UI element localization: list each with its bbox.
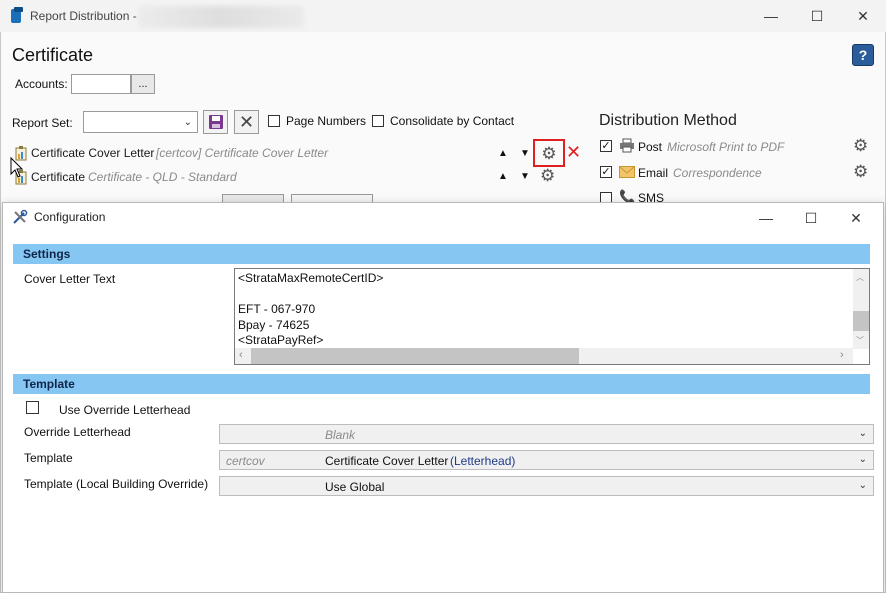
gear-icon: ⚙ xyxy=(541,143,557,163)
template-section-header: Template xyxy=(13,374,870,394)
local-override-value: Use Global xyxy=(325,480,385,494)
chevron-down-icon: ⌄ xyxy=(858,480,867,491)
template-value: Certificate Cover Letter xyxy=(325,454,449,468)
chevron-down-icon: ⌄ xyxy=(858,454,867,465)
template-code: certcov xyxy=(226,454,265,468)
horizontal-scroll-thumb[interactable] xyxy=(251,348,579,364)
cover-letter-text: <StrataMaxRemoteCertID> EFT - 067-970 Bp… xyxy=(238,271,383,349)
tools-icon xyxy=(13,209,28,224)
email-detail: Correspondence xyxy=(673,166,762,180)
post-checkbox[interactable]: ✓ xyxy=(600,140,612,152)
cover-letter-textarea[interactable]: <StrataMaxRemoteCertID> EFT - 067-970 Bp… xyxy=(234,268,870,365)
template-suffix: (Letterhead) xyxy=(450,454,516,468)
report-name: Certificate xyxy=(31,170,86,184)
help-button[interactable]: ? xyxy=(852,44,874,66)
mouse-cursor-icon xyxy=(10,157,24,178)
consolidate-label: Consolidate by Contact xyxy=(390,114,515,128)
gear-icon[interactable]: ⚙ xyxy=(540,167,555,184)
dialog-maximize-button[interactable]: ☐ xyxy=(788,202,834,234)
chevron-down-icon: ⌄ xyxy=(183,117,192,128)
dialog-title: Configuration xyxy=(34,210,106,224)
chevron-down-icon: ⌄ xyxy=(858,428,867,439)
printer-icon xyxy=(620,138,634,153)
override-letterhead-label: Override Letterhead xyxy=(24,425,131,439)
scroll-left-icon[interactable]: ‹ xyxy=(239,349,243,361)
scroll-up-icon[interactable]: ︿ xyxy=(856,272,864,283)
dialog-minimize-button[interactable]: — xyxy=(743,202,789,234)
cover-letter-line: Bpay - 74625 xyxy=(238,317,310,332)
report-set-select[interactable]: ⌄ xyxy=(83,111,198,133)
gear-icon[interactable]: ⚙ xyxy=(853,163,868,180)
app-logo-icon xyxy=(11,7,23,23)
remove-report-icon[interactable]: ✕ xyxy=(566,142,581,163)
maximize-button[interactable]: ☐ xyxy=(794,0,840,32)
post-label: Post xyxy=(638,140,663,154)
move-up-icon[interactable]: ▲ xyxy=(498,148,508,159)
override-letterhead-select[interactable]: Blank ⌄ xyxy=(219,424,874,444)
x-icon: ✕ xyxy=(238,111,255,132)
title-bar: Report Distribution - — ☐ ✕ xyxy=(0,0,886,32)
accounts-browse-button[interactable]: ... xyxy=(131,74,155,94)
distribution-method-title: Distribution Method xyxy=(599,112,737,129)
page-title: Certificate xyxy=(12,45,94,65)
report-row[interactable]: Certificate Cover Letter [certcov] Certi… xyxy=(14,144,574,166)
local-override-label: Template (Local Building Override) xyxy=(24,477,209,491)
report-row[interactable]: Certificate Certificate - QLD - Standard xyxy=(14,168,574,190)
close-button[interactable]: ✕ xyxy=(840,0,886,32)
page-numbers-checkbox[interactable] xyxy=(268,115,280,127)
save-button[interactable] xyxy=(203,110,228,134)
template-label: Template xyxy=(24,451,73,465)
settings-section-header: Settings xyxy=(13,244,870,264)
cover-letter-label: Cover Letter Text xyxy=(24,272,116,286)
cover-letter-line: <StrataPayRef> xyxy=(238,333,324,347)
minimize-button[interactable]: — xyxy=(748,0,794,32)
horizontal-scrollbar[interactable]: ‹ › xyxy=(235,348,853,364)
post-detail: Microsoft Print to PDF xyxy=(667,140,785,154)
vertical-scrollbar[interactable]: ︿ ﹀ xyxy=(853,269,869,349)
dialog-close-button[interactable]: ✕ xyxy=(833,202,879,234)
email-label: Email xyxy=(638,166,669,180)
delete-button[interactable]: ✕ xyxy=(234,110,259,134)
save-icon xyxy=(208,115,223,129)
accounts-input[interactable] xyxy=(71,74,131,94)
move-up-icon[interactable]: ▲ xyxy=(498,171,508,182)
move-down-icon[interactable]: ▼ xyxy=(520,171,530,182)
report-name: Certificate Cover Letter xyxy=(31,146,155,160)
consolidate-checkbox[interactable] xyxy=(372,115,384,127)
cover-letter-line xyxy=(238,287,383,303)
question-mark-icon: ? xyxy=(858,47,868,63)
report-set-label: Report Set: xyxy=(12,116,73,130)
use-override-label: Use Override Letterhead xyxy=(59,403,191,417)
accounts-label: Accounts: xyxy=(15,77,68,91)
local-override-select[interactable]: Use Global ⌄ xyxy=(219,476,874,496)
report-code: Certificate - QLD - Standard xyxy=(88,170,237,184)
template-select[interactable]: certcov Certificate Cover Letter (Letter… xyxy=(219,450,874,470)
redacted-title-text xyxy=(138,6,304,28)
window-title: Report Distribution - xyxy=(30,9,137,23)
override-letterhead-value: Blank xyxy=(325,428,356,442)
report-code: [certcov] Certificate Cover Letter xyxy=(156,146,329,160)
gear-icon[interactable]: ⚙ xyxy=(853,137,868,154)
page-numbers-label: Page Numbers xyxy=(286,114,367,128)
configure-report-button[interactable]: ⚙ xyxy=(533,139,565,167)
cover-letter-line: EFT - 067-970 xyxy=(238,302,316,316)
vertical-scroll-thumb[interactable] xyxy=(853,311,869,331)
scroll-right-icon[interactable]: › xyxy=(840,349,844,361)
envelope-icon xyxy=(619,166,635,178)
move-down-icon[interactable]: ▼ xyxy=(520,148,530,159)
cover-letter-line: <StrataMaxRemoteCertID> xyxy=(238,271,384,285)
use-override-checkbox[interactable] xyxy=(26,401,39,414)
email-checkbox[interactable]: ✓ xyxy=(600,166,612,178)
scroll-down-icon[interactable]: ﹀ xyxy=(856,335,864,346)
